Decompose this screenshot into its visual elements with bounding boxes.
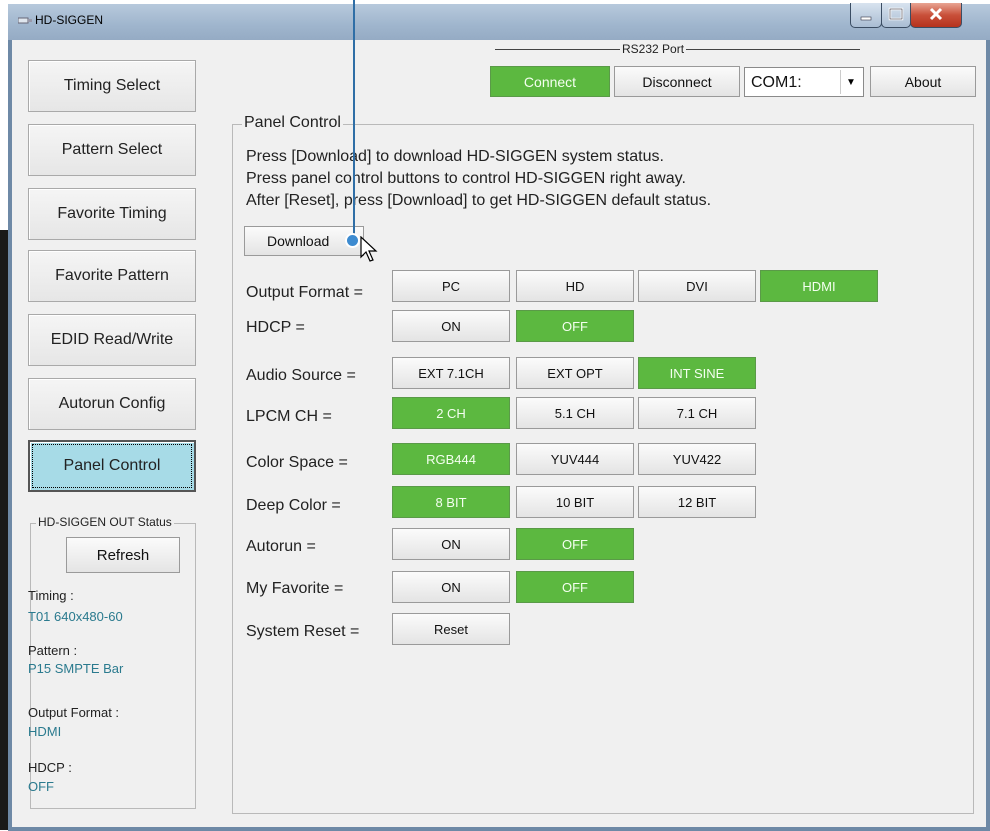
connect-button[interactable]: Connect xyxy=(490,66,610,97)
hdcp-off-button[interactable]: OFF xyxy=(516,310,634,342)
system-reset-row-label: System Reset = xyxy=(246,623,360,640)
nav-favorite-timing[interactable]: Favorite Timing xyxy=(28,188,196,240)
pattern-value: P15 SMPTE Bar xyxy=(28,661,124,676)
deep-10bit-button[interactable]: 10 BIT xyxy=(516,486,634,518)
timing-label: Timing : xyxy=(28,588,74,603)
color-rgb444-button[interactable]: RGB444 xyxy=(392,443,510,475)
nav-autorun-config[interactable]: Autorun Config xyxy=(28,378,196,430)
nav-favorite-pattern[interactable]: Favorite Pattern xyxy=(28,250,196,302)
output-hdmi-button[interactable]: HDMI xyxy=(760,270,878,302)
timing-value: T01 640x480-60 xyxy=(28,609,123,624)
app-icon xyxy=(18,17,32,24)
refresh-button[interactable]: Refresh xyxy=(66,537,180,573)
reset-button[interactable]: Reset xyxy=(392,613,510,645)
description-line-2: Press panel control buttons to control H… xyxy=(246,170,686,187)
output-format-label: Output Format : xyxy=(28,705,120,720)
panel-control-label: Panel Control xyxy=(242,114,343,132)
minimize-icon xyxy=(860,16,872,21)
output-dvi-button[interactable]: DVI xyxy=(638,270,756,302)
output-format-row-label: Output Format = xyxy=(246,284,363,301)
audio-ext71-button[interactable]: EXT 7.1CH xyxy=(392,357,510,389)
output-format-value: HDMI xyxy=(28,724,62,739)
my-favorite-row-label: My Favorite = xyxy=(246,580,344,597)
about-button[interactable]: About xyxy=(870,66,976,97)
audio-source-row-label: Audio Source = xyxy=(246,367,356,384)
close-icon xyxy=(929,7,943,21)
nav-edid-read-write[interactable]: EDID Read/Write xyxy=(28,314,196,366)
title-bar: HD-SIGGEN xyxy=(8,3,990,40)
color-yuv422-button[interactable]: YUV422 xyxy=(638,443,756,475)
maximize-icon xyxy=(888,7,904,21)
disconnect-button[interactable]: Disconnect xyxy=(614,66,740,97)
maximize-button[interactable] xyxy=(881,3,911,28)
deep-12bit-button[interactable]: 12 BIT xyxy=(638,486,756,518)
lpcm-71ch-button[interactable]: 7.1 CH xyxy=(638,397,756,429)
color-yuv444-button[interactable]: YUV444 xyxy=(516,443,634,475)
hdcp-label: HDCP : xyxy=(28,760,72,775)
autorun-off-button[interactable]: OFF xyxy=(516,528,634,560)
lpcm-51ch-button[interactable]: 5.1 CH xyxy=(516,397,634,429)
hdcp-value: OFF xyxy=(28,779,54,794)
autorun-on-button[interactable]: ON xyxy=(392,528,510,560)
callout-dot xyxy=(345,233,360,248)
com-port-value: COM1: xyxy=(751,74,802,91)
lpcm-row-label: LPCM CH = xyxy=(246,408,332,425)
minimize-button[interactable] xyxy=(850,3,882,28)
description-line-1: Press [Download] to download HD-SIGGEN s… xyxy=(246,148,664,165)
color-space-row-label: Color Space = xyxy=(246,454,348,471)
output-pc-button[interactable]: PC xyxy=(392,270,510,302)
hdcp-on-button[interactable]: ON xyxy=(392,310,510,342)
favorite-off-button[interactable]: OFF xyxy=(516,571,634,603)
deep-color-row-label: Deep Color = xyxy=(246,497,341,514)
nav-timing-select[interactable]: Timing Select xyxy=(28,60,196,112)
deep-8bit-button[interactable]: 8 BIT xyxy=(392,486,510,518)
mouse-cursor-icon xyxy=(360,236,378,262)
lpcm-2ch-button[interactable]: 2 CH xyxy=(392,397,510,429)
callout-line xyxy=(353,0,355,240)
audio-extopt-button[interactable]: EXT OPT xyxy=(516,357,634,389)
pattern-label: Pattern : xyxy=(28,643,78,658)
output-hd-button[interactable]: HD xyxy=(516,270,634,302)
window-title: HD-SIGGEN xyxy=(35,13,104,27)
autorun-row-label: Autorun = xyxy=(246,538,316,555)
audio-intsine-button[interactable]: INT SINE xyxy=(638,357,756,389)
chevron-down-icon[interactable]: ▼ xyxy=(840,70,861,94)
nav-panel-control[interactable]: Panel Control xyxy=(28,440,196,492)
close-button[interactable] xyxy=(910,3,962,28)
status-group-label: HD-SIGGEN OUT Status xyxy=(36,515,174,529)
nav-pattern-select[interactable]: Pattern Select xyxy=(28,124,196,176)
rs232-label: RS232 Port xyxy=(620,42,687,56)
description-line-3: After [Reset], press [Download] to get H… xyxy=(246,192,712,209)
favorite-on-button[interactable]: ON xyxy=(392,571,510,603)
background-edge xyxy=(0,230,8,830)
com-port-select[interactable]: COM1: ▼ xyxy=(744,67,864,97)
hdcp-row-label: HDCP = xyxy=(246,319,305,336)
